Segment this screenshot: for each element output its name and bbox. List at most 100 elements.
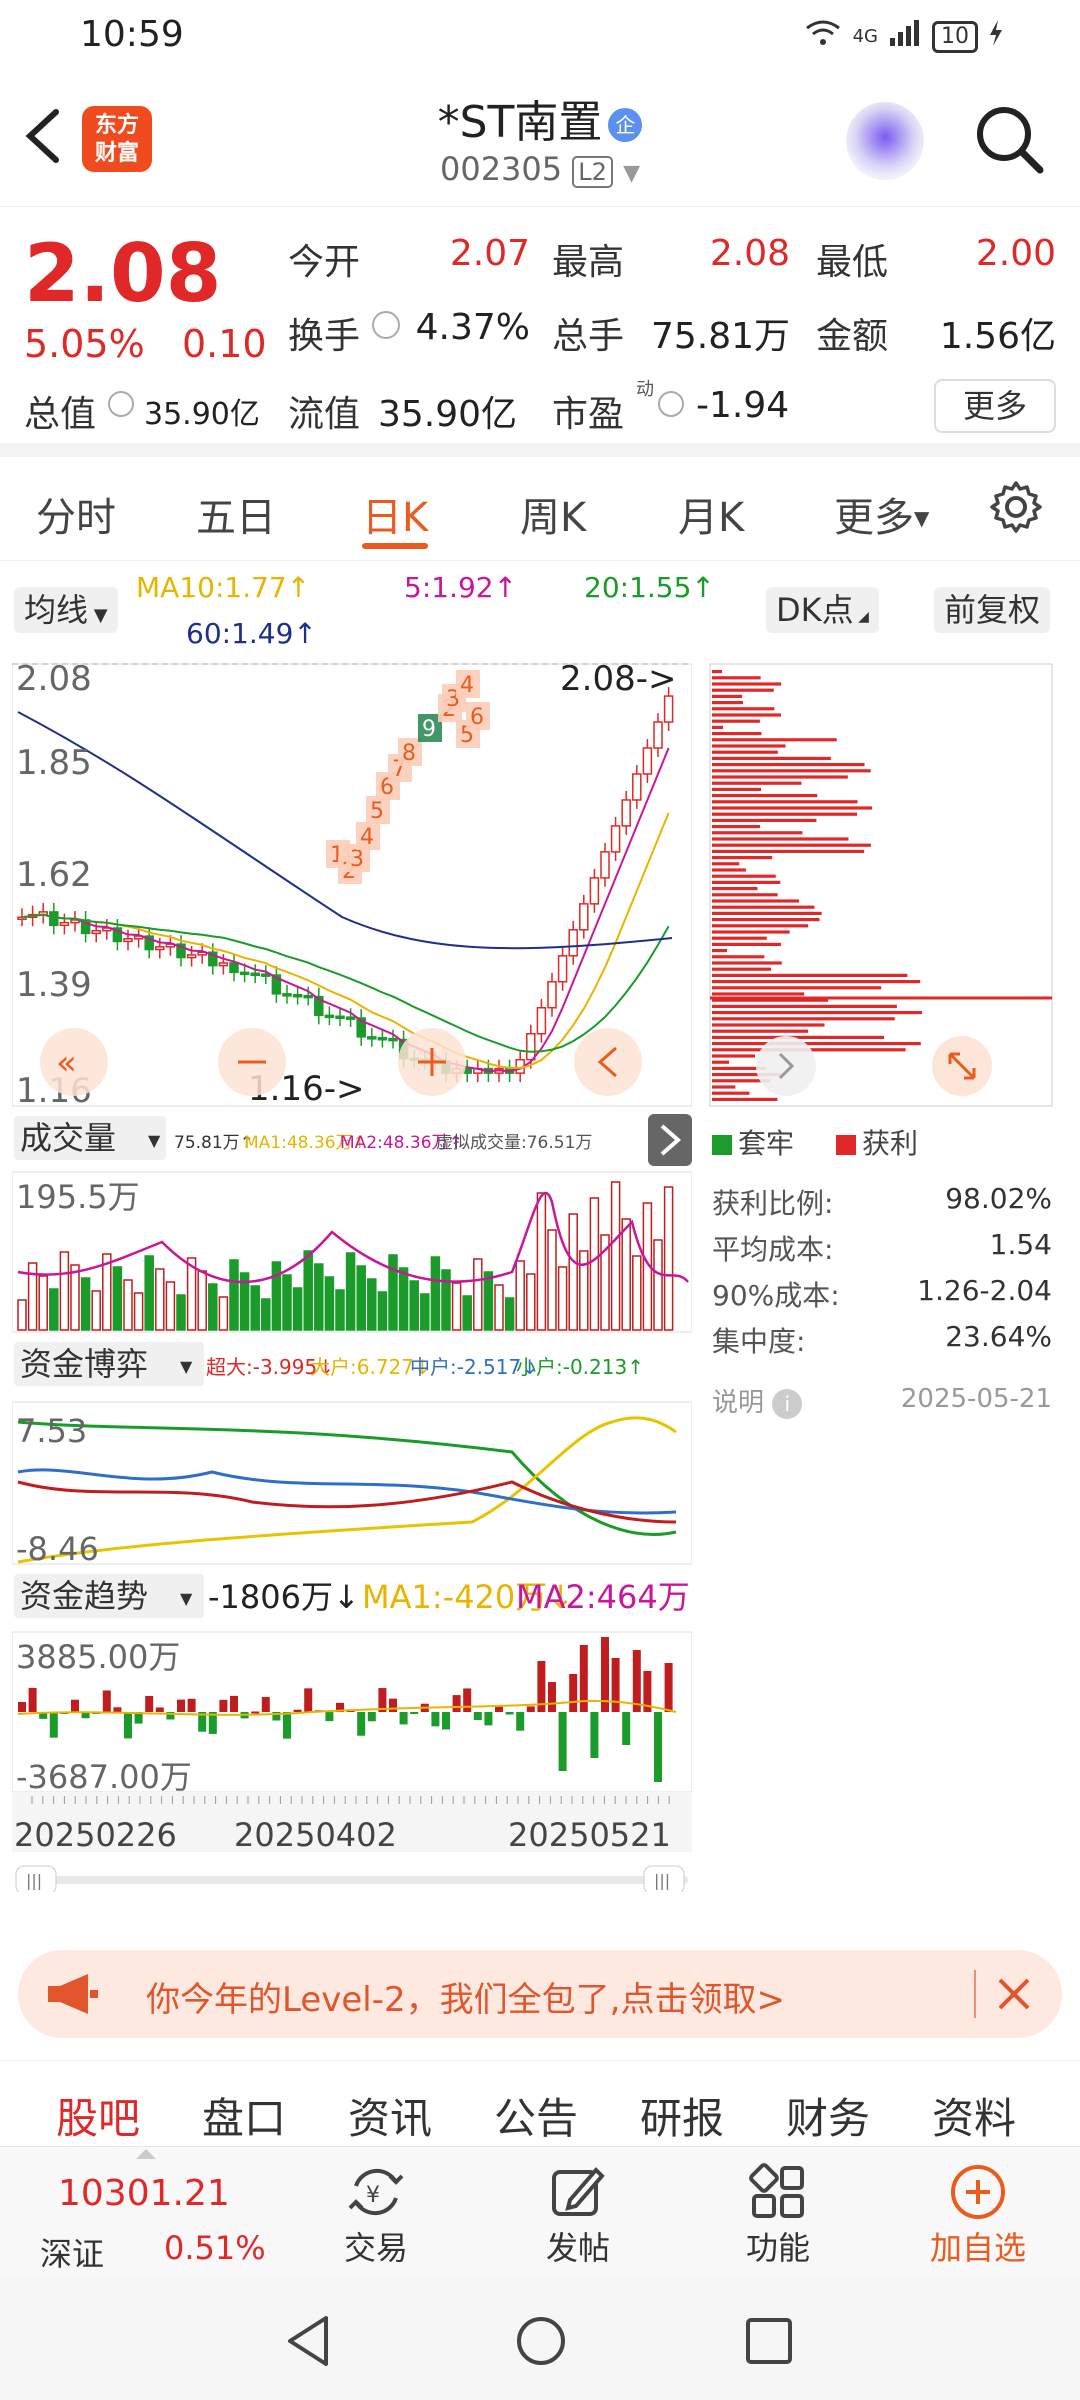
chip-bar [712,719,760,723]
fund-trend-bar [654,1712,662,1782]
more-quote-button[interactable]: 更多 [934,379,1056,433]
chip-prev-button[interactable] [756,1036,816,1096]
volume-bar [112,1266,123,1331]
trade-button[interactable]: ¥ 交易 [306,2161,446,2269]
scroll-left-button[interactable] [574,1028,642,1096]
tab-five-day[interactable]: 五日 [196,485,276,543]
tab-monthly-k[interactable]: 月K [678,485,744,543]
function-button[interactable]: 功能 [708,2161,848,2269]
chip-bar [712,862,740,866]
high-label: 最高 [552,242,625,283]
fund-trend-bar [357,1712,366,1736]
float-value: 35.90亿 [378,394,518,435]
info-icon[interactable] [372,311,400,339]
price-axis-label: 1.39 [16,965,92,1005]
candle-body [303,994,313,999]
nav-back-icon[interactable] [284,2314,334,2368]
candle-body [282,993,292,997]
fund-trend-bar [187,1698,196,1712]
fund-trend-bar [558,1712,567,1771]
ma-selector[interactable]: 均线 ▼ [14,587,118,633]
tab-announcements[interactable]: 公告 [494,2085,578,2146]
candle-body [621,799,631,827]
chip-bar [712,887,758,891]
divider [974,1970,976,2018]
add-watchlist-button[interactable]: 加自选 [908,2161,1048,2269]
search-icon [977,107,1044,174]
tab-profile[interactable]: 资料 [932,2085,1016,2146]
tab-news[interactable]: 资讯 [348,2085,432,2146]
chip-bar [712,800,858,804]
tab-weekly-k[interactable]: 周K [520,485,586,543]
chip-bar [712,769,871,773]
settings-button[interactable] [988,479,1044,539]
chip-bar [712,818,817,822]
add-circle-icon [951,2165,1005,2219]
current-price: 2.08 [24,227,222,320]
fund-trend-bar [548,1682,556,1712]
index-percent[interactable]: 0.51% [164,2229,266,2267]
robot-assistant-icon[interactable] [846,102,924,180]
level2-promo-banner[interactable]: 你今年的Level-2，我们全包了,点击领取> [18,1950,1062,2038]
fund-small: 小户:-0.213↑ [516,1355,644,1379]
post-button[interactable]: 发帖 [508,2161,648,2269]
tab-research[interactable]: 研报 [640,2085,724,2146]
fund-trend-bar [18,1702,26,1712]
note-label: 说明 [712,1388,765,1418]
chip-bar [712,756,831,760]
active-tab-indicator [362,543,428,549]
volume-bar [282,1274,292,1331]
fund-trend-bar [431,1712,440,1727]
fund-trend-bar [124,1712,132,1739]
mcap-label: 总值 [24,394,97,435]
chip-bar [712,936,767,940]
index-name[interactable]: 深证 [40,2229,104,2275]
chart-area[interactable]: 12345678923456 2.08 1.85 1.62 1.39 1.16 … [11,659,717,1895]
chart-scrollbar[interactable] [16,1876,688,1884]
concentration-label: 集中度: [712,1325,806,1358]
tab-more[interactable]: 更多▼ [834,485,929,543]
tab-intraday[interactable]: 分时 [36,485,116,543]
adjust-selector[interactable]: 前复权 [934,587,1051,633]
candle-body [557,955,568,983]
candle-body [59,921,70,927]
nav-home-icon[interactable] [514,2314,568,2368]
chip-bar [712,1029,809,1033]
chip-bar [712,1054,755,1058]
candle-body [600,851,610,879]
note-link[interactable]: 说明 i [712,1382,803,1419]
profit-ratio-value: 98.02% [945,1182,1052,1215]
volume-bar [17,1299,27,1331]
expand-panel-button[interactable] [648,1114,692,1166]
chip-bar [712,794,818,798]
high-value: 2.08 [709,233,790,274]
tab-guba[interactable]: 股吧 [56,2085,140,2146]
chip-bar [712,688,774,692]
tab-pankou[interactable]: 盘口 [202,2085,286,2146]
fund-game-axis-top: 7.53 [16,1412,87,1450]
fund-trend-axis-bottom: -3687.00万 [16,1758,192,1796]
volume-bar [229,1259,239,1331]
info-icon[interactable] [658,391,684,417]
chart-period-tabs: 分时 五日 日K 周K 月K 更多▼ [0,457,1080,561]
volume-bar [589,1197,600,1331]
close-icon[interactable] [994,1974,1034,2014]
cost90-label: 90%成本: [712,1279,840,1312]
chip-bar [712,682,782,686]
open-label: 今开 [288,242,361,283]
stock-header: 东方 财富 *ST南置企 002305 L2 ▼ [0,72,1080,207]
candle-body [663,695,674,723]
charging-icon [988,18,1004,55]
chip-bar [712,744,786,748]
tab-daily-k[interactable]: 日K [362,485,428,543]
index-value[interactable]: 10301.21 [58,2173,230,2214]
search-button[interactable] [970,100,1050,180]
chip-bar [712,918,820,922]
info-icon[interactable] [108,391,134,417]
turnover-label: 换手 [288,316,361,357]
dk-point-selector[interactable]: DK点 ◢ [766,587,879,633]
fund-trend-bar [410,1712,419,1714]
nav-recents-icon[interactable] [744,2316,794,2366]
tab-finance[interactable]: 财务 [786,2085,870,2146]
volume-bar [462,1295,472,1331]
